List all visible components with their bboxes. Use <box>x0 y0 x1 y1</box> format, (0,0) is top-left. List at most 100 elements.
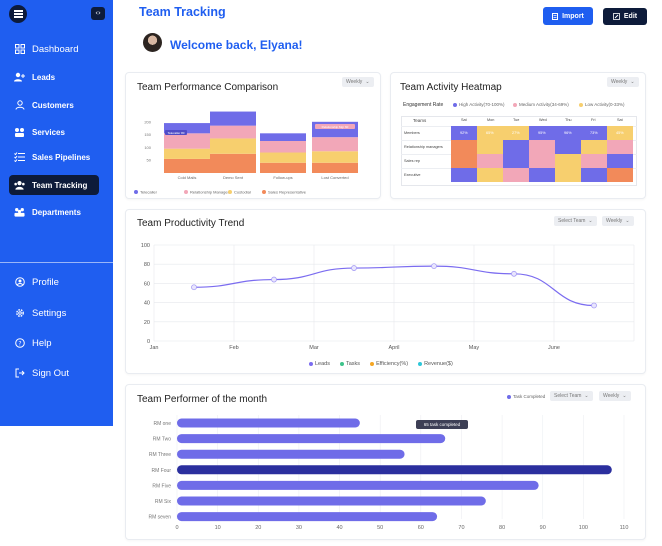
heatmap-percent: 95% <box>538 131 546 135</box>
heatmap-percent: 65% <box>486 131 494 135</box>
heatmap-grid: Teams Sat Mon Tue Wed Thu Fri Sat Members Relatio… <box>401 116 637 186</box>
heatmap-cell <box>607 168 633 182</box>
heatmap-percent: 96% <box>564 131 572 135</box>
heatmap-cell <box>555 140 581 154</box>
data-point <box>191 284 197 291</box>
y-tick-label: RM Five <box>152 483 171 489</box>
sidebar-item-sign-out[interactable]: Sign Out <box>9 363 99 383</box>
legend-label: Medium Activity(34-69%) <box>519 102 569 107</box>
sidebar-item-label: Help <box>32 337 52 349</box>
x-tick-label: Follow-ups <box>273 175 292 180</box>
bar <box>177 496 486 506</box>
y-tick-label: 80 <box>144 262 150 268</box>
sidebar-item-leads[interactable]: Leads <box>9 67 99 87</box>
bar-segment <box>164 148 210 159</box>
sidebar-item-services[interactable]: Services <box>9 122 99 142</box>
sidebar-item-departments[interactable]: Departments <box>9 202 99 222</box>
svg-text:?: ? <box>18 340 21 347</box>
bar <box>177 449 405 459</box>
heatmap-row-label: Executive <box>404 173 421 177</box>
x-tick-label: 20 <box>255 525 261 531</box>
avatar[interactable] <box>143 33 162 52</box>
sidebar-item-team-tracking[interactable]: Team Tracking <box>9 175 99 195</box>
sign-out-icon <box>14 368 25 379</box>
legend-high: High Activity(70-100%) <box>453 102 505 107</box>
heatmap-percent: 27% <box>512 131 520 135</box>
sidebar-item-profile[interactable]: Profile <box>9 272 99 292</box>
legend-label: Tasks <box>346 361 361 367</box>
x-tick-label: Jan <box>150 345 159 351</box>
y-tick-label: 100 <box>144 145 151 150</box>
bar-segment <box>164 133 210 149</box>
heatmap-day-label: Tue <box>513 118 520 122</box>
x-tick-label: 60 <box>418 525 424 531</box>
bar-segment <box>260 141 306 153</box>
data-point <box>591 302 597 309</box>
legend-item-revenue[interactable]: Revenue($) <box>418 361 453 367</box>
data-point <box>431 263 437 270</box>
trend-legend: Leads Tasks Efficiency(%) Revenue($) <box>309 361 453 367</box>
activity-heatmap-card: Team Activity Heatmap Weekly ⌄ Engagement… <box>390 72 646 199</box>
x-tick-label: Cold Mails <box>178 175 197 180</box>
user-plus-icon <box>14 72 25 83</box>
sidebar-item-label: Services <box>32 127 65 137</box>
legend-item-efficiency[interactable]: Efficiency(%) <box>370 361 408 367</box>
import-button[interactable]: Import <box>543 7 593 25</box>
period-dropdown[interactable]: Weekly ⌄ <box>607 77 639 87</box>
sidebar-item-label: Sales Pipelines <box>32 152 91 162</box>
x-tick-label: Feb <box>229 345 238 351</box>
legend-dot <box>262 190 266 194</box>
y-tick-label: RM Two <box>153 437 171 443</box>
heatmap-cell <box>451 140 477 154</box>
sidebar-item-label: Settings <box>32 307 67 319</box>
heatmap-day-label: Sat <box>617 118 623 122</box>
heatmap-percent: 92% <box>460 131 468 135</box>
sidebar-item-settings[interactable]: Settings <box>9 303 99 323</box>
x-tick-label: 70 <box>458 525 464 531</box>
sidebar-item-label: Team Tracking <box>32 180 88 190</box>
bar-segment <box>260 152 306 163</box>
y-tick-label: 200 <box>144 119 151 124</box>
x-tick-label: 40 <box>336 525 342 531</box>
sidebar-item-label: Dashboard <box>32 43 79 55</box>
collapse-sidebar-icon[interactable]: ‹› <box>91 7 105 20</box>
bar <box>177 512 438 522</box>
welcome-message: Welcome back, Elyana! <box>170 38 303 52</box>
heatmap-day-label: Wed <box>539 118 547 122</box>
bar-segment <box>164 158 210 173</box>
x-tick-label: 0 <box>175 525 178 531</box>
bar-segment <box>260 133 306 141</box>
period-dropdown-label: Weekly <box>611 79 628 85</box>
x-tick-label: 80 <box>499 525 505 531</box>
performance-comparison-card: Team Performance Comparison Weekly ⌄ 200 1… <box>125 72 381 199</box>
heatmap-day-label: Thu <box>565 118 572 122</box>
sidebar-item-customers[interactable]: Customers <box>9 95 99 115</box>
x-tick-label: April <box>388 345 399 351</box>
x-tick-label: 90 <box>540 525 546 531</box>
sidebar-item-sales-pipelines[interactable]: Sales Pipelines <box>9 147 99 167</box>
legend-dot <box>184 190 188 194</box>
y-tick-label: RM one <box>153 421 171 427</box>
sidebar-item-help[interactable]: ? Help <box>9 333 99 353</box>
sidebar-item-dashboard[interactable]: Dashboard <box>9 39 99 59</box>
performance-comparison-chart: 200 150 100 50 Cold Mails Demo Sent Follow-ups… <box>134 111 358 195</box>
import-icon <box>552 12 559 20</box>
heatmap-cell <box>529 168 555 182</box>
edit-button[interactable]: Edit <box>603 8 647 25</box>
sidebar-top: ‹› <box>9 5 107 23</box>
heatmap-cell <box>477 168 503 182</box>
x-tick-label: Demo Sent <box>223 175 244 180</box>
legend-item-tasks[interactable]: Tasks <box>340 361 360 367</box>
profile-icon <box>14 277 25 288</box>
legend-item-leads[interactable]: Leads <box>309 361 330 367</box>
tooltip-text: Relationship Mgr 60 <box>322 125 349 129</box>
heatmap-cell <box>477 140 503 154</box>
import-button-label: Import <box>562 12 584 20</box>
menu-icon[interactable] <box>9 5 27 23</box>
legend-medium: Medium Activity(34-69%) <box>513 102 569 107</box>
y-tick-label: 40 <box>144 301 150 307</box>
y-tick-label: RM Six <box>155 499 172 505</box>
y-tick-label: 100 <box>141 243 150 249</box>
x-tick-label: 50 <box>377 525 383 531</box>
data-point <box>271 276 277 283</box>
